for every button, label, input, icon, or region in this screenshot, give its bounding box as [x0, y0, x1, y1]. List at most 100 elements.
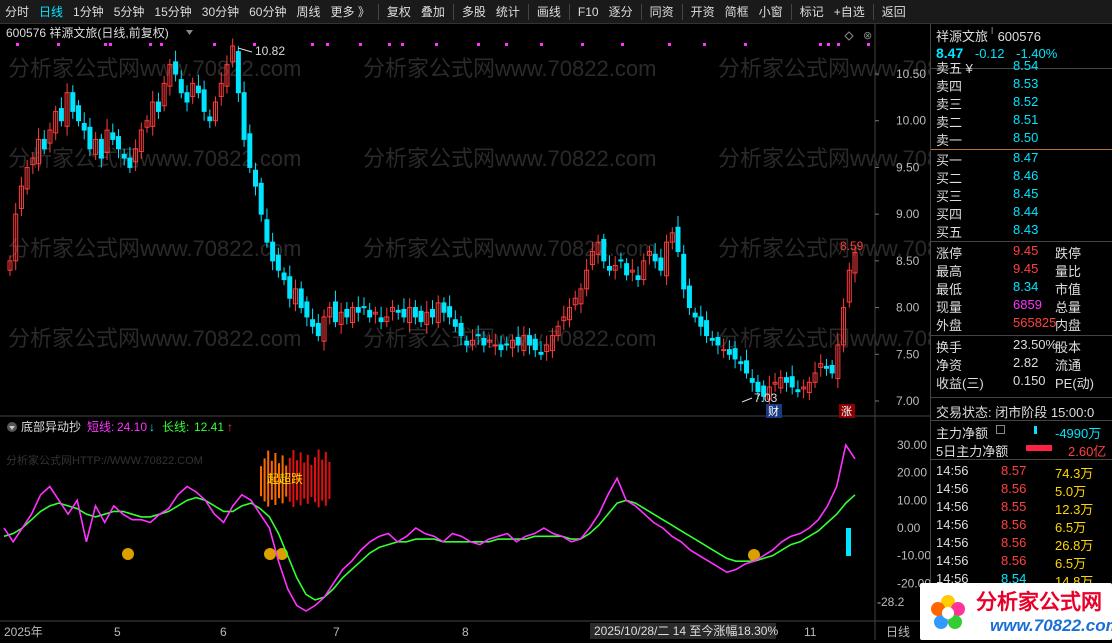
- toolbar-19[interactable]: 小窗: [754, 0, 788, 24]
- candle-body[interactable]: [361, 306, 367, 309]
- candle-body[interactable]: [692, 312, 698, 318]
- candle-body[interactable]: [241, 92, 247, 140]
- candle-body[interactable]: [715, 336, 721, 346]
- candle-body[interactable]: [527, 335, 533, 346]
- toolbar-13[interactable]: 画线: [532, 0, 566, 24]
- candle-body[interactable]: [258, 182, 264, 215]
- candle-body[interactable]: [606, 265, 612, 271]
- toolbar-8[interactable]: 更多 》: [326, 0, 375, 24]
- candle-body[interactable]: [98, 138, 104, 159]
- candle-body[interactable]: [304, 301, 310, 318]
- candle-body[interactable]: [795, 389, 801, 393]
- candle-body[interactable]: [270, 241, 276, 262]
- candle-body[interactable]: [652, 253, 658, 262]
- chevron-down-icon[interactable]: [186, 30, 193, 35]
- candle-body[interactable]: [70, 92, 76, 112]
- toolbar-15[interactable]: 逐分: [604, 0, 638, 24]
- toolbar-22[interactable]: 返回: [877, 0, 911, 24]
- candle-body[interactable]: [749, 378, 755, 383]
- candle-body[interactable]: [298, 288, 304, 309]
- candle-body[interactable]: [829, 364, 835, 374]
- candle-body[interactable]: [452, 319, 458, 327]
- candle-body[interactable]: [418, 310, 424, 323]
- candle-body[interactable]: [721, 349, 727, 352]
- candle-body[interactable]: [173, 61, 179, 75]
- candle-body[interactable]: [395, 309, 401, 313]
- candle-body[interactable]: [195, 85, 201, 94]
- candle-body[interactable]: [686, 285, 692, 309]
- candle-body[interactable]: [635, 275, 641, 281]
- candle-body[interactable]: [178, 79, 184, 94]
- candle-body[interactable]: [401, 308, 407, 318]
- toolbar-5[interactable]: 30分钟: [197, 0, 244, 24]
- candle-body[interactable]: [492, 344, 498, 347]
- candle-body[interactable]: [744, 360, 750, 374]
- candle-body[interactable]: [275, 254, 281, 271]
- candle-body[interactable]: [76, 105, 82, 122]
- candle-body[interactable]: [207, 116, 213, 122]
- toolbar-2[interactable]: 1分钟: [68, 0, 109, 24]
- toolbar-6[interactable]: 60分钟: [244, 0, 291, 24]
- candle-body[interactable]: [698, 316, 704, 327]
- candle-body[interactable]: [675, 226, 681, 253]
- candle-body[interactable]: [264, 219, 270, 243]
- candle-body[interactable]: [704, 320, 710, 337]
- candle-body[interactable]: [624, 263, 630, 276]
- candle-body[interactable]: [738, 361, 744, 365]
- toolbar-7[interactable]: 周线: [291, 0, 325, 24]
- candle-body[interactable]: [441, 302, 447, 313]
- toolbar-11[interactable]: 多股: [457, 0, 491, 24]
- candle-body[interactable]: [81, 123, 87, 131]
- candle-body[interactable]: [87, 126, 93, 150]
- candle-body[interactable]: [601, 238, 607, 262]
- candle-body[interactable]: [41, 138, 47, 150]
- candle-body[interactable]: [481, 337, 487, 346]
- candle-body[interactable]: [184, 92, 190, 103]
- candle-body[interactable]: [310, 319, 316, 327]
- candle-body[interactable]: [658, 257, 664, 271]
- candle-body[interactable]: [121, 153, 127, 159]
- candle-body[interactable]: [458, 322, 464, 337]
- candle-body[interactable]: [344, 308, 350, 318]
- candle-body[interactable]: [58, 108, 64, 122]
- toolbar-21[interactable]: +自选: [829, 0, 870, 24]
- candle-body[interactable]: [430, 308, 435, 318]
- candle-body[interactable]: [127, 157, 133, 168]
- candle-body[interactable]: [355, 307, 361, 313]
- candle-body[interactable]: [823, 365, 829, 369]
- candle-body[interactable]: [618, 259, 624, 262]
- info-icon[interactable]: [996, 425, 1005, 434]
- diamond-icon[interactable]: [844, 31, 854, 41]
- toolbar-14[interactable]: F10: [573, 0, 604, 24]
- candle-body[interactable]: [464, 340, 470, 346]
- candle-body[interactable]: [732, 348, 738, 360]
- candle-body[interactable]: [235, 51, 241, 94]
- toolbar-10[interactable]: 叠加: [416, 0, 450, 24]
- candle-body[interactable]: [367, 309, 373, 318]
- toolbar-0[interactable]: 分时: [0, 0, 34, 24]
- candle-body[interactable]: [447, 306, 453, 318]
- toolbar-4[interactable]: 15分钟: [149, 0, 196, 24]
- candle-body[interactable]: [498, 344, 504, 351]
- candle-body[interactable]: [789, 376, 795, 388]
- candle-body[interactable]: [475, 334, 481, 337]
- candle-body[interactable]: [709, 337, 715, 341]
- candle-body[interactable]: [783, 377, 789, 383]
- candle-body[interactable]: [155, 101, 161, 112]
- toolbar-12[interactable]: 统计: [491, 0, 525, 24]
- toolbar-20[interactable]: 标记: [795, 0, 829, 24]
- candle-body[interactable]: [726, 349, 732, 355]
- candle-body[interactable]: [287, 276, 293, 299]
- toolbar-16[interactable]: 同资: [645, 0, 679, 24]
- candle-body[interactable]: [253, 169, 259, 187]
- candle-body[interactable]: [538, 351, 544, 355]
- kline-chart[interactable]: 分析家公式网www.70822.com 分析家公式网www.70822.com 分析…: [0, 24, 1011, 640]
- candle-body[interactable]: [515, 336, 521, 346]
- candle-body[interactable]: [247, 133, 253, 168]
- candle-body[interactable]: [201, 89, 207, 112]
- toolbar-17[interactable]: 开资: [686, 0, 720, 24]
- toolbar-18[interactable]: 简框: [720, 0, 754, 24]
- candle-body[interactable]: [115, 136, 121, 150]
- candle-body[interactable]: [281, 272, 287, 281]
- toolbar-9[interactable]: 复权: [382, 0, 416, 24]
